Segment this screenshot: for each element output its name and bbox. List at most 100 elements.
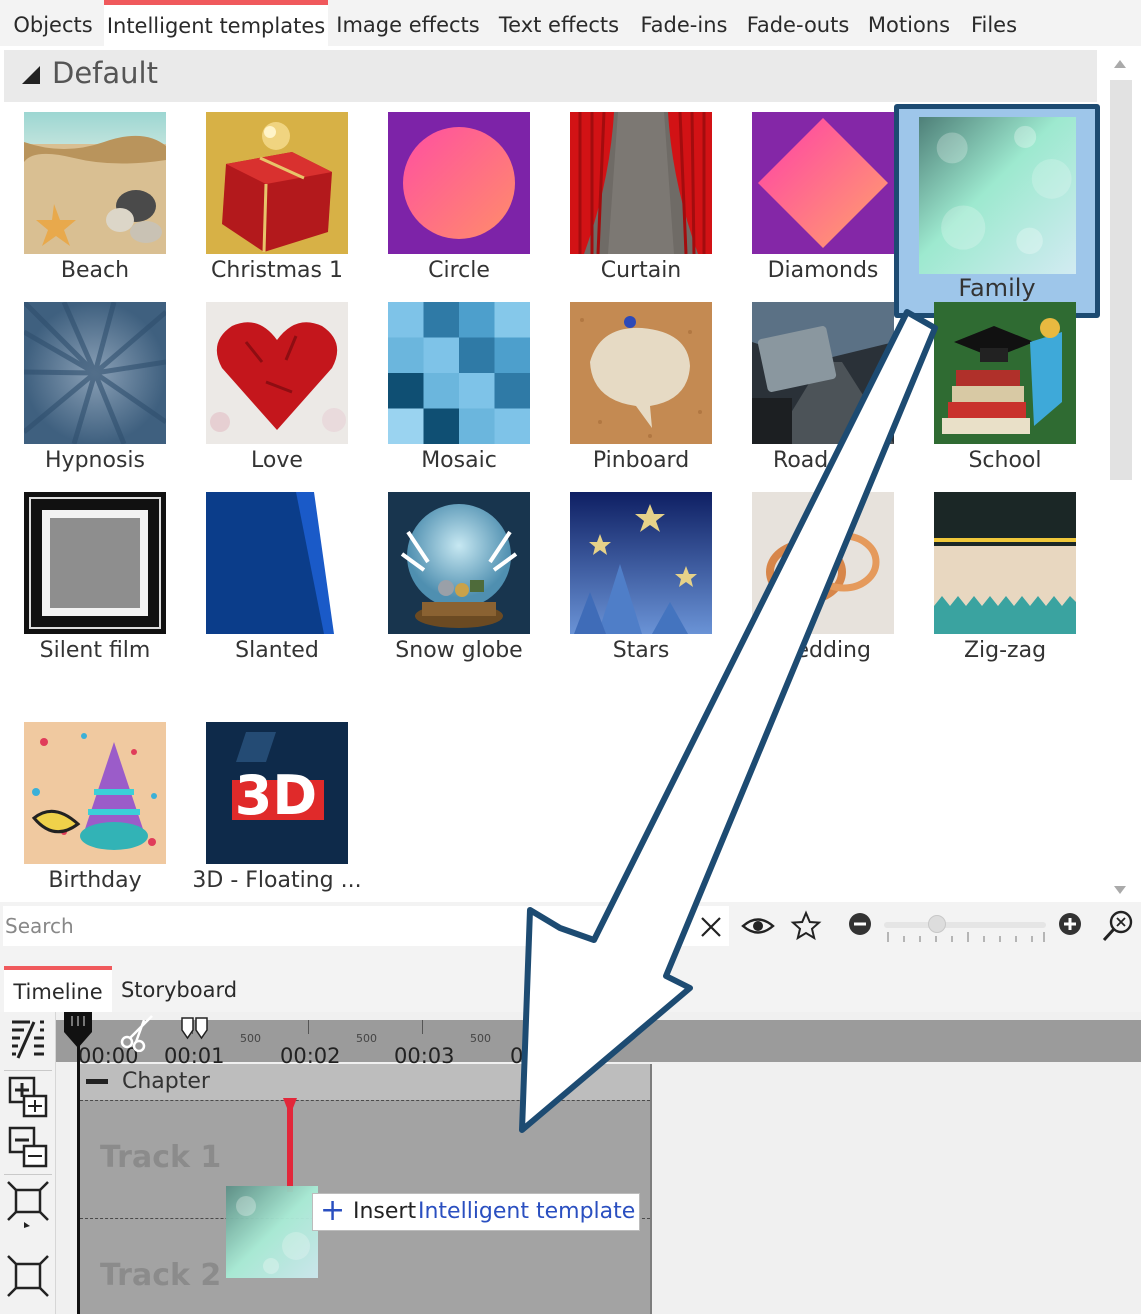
template-tile-hypnosis[interactable]: Hypnosis	[10, 302, 180, 492]
template-thumbnail	[388, 112, 530, 254]
zoom-ticks	[887, 932, 1045, 942]
tab-image-effects[interactable]: Image effects	[332, 0, 484, 46]
template-label: Silent film	[39, 638, 151, 663]
template-thumbnail	[934, 302, 1076, 444]
search-input[interactable]	[3, 906, 729, 946]
chapter-header[interactable]: Chapter	[80, 1064, 650, 1100]
marker-icon[interactable]	[180, 1016, 210, 1042]
template-label: Road trip	[773, 448, 873, 473]
collapse-triangle-icon[interactable]	[22, 66, 40, 84]
template-thumbnail	[570, 302, 712, 444]
tab-storyboard[interactable]: Storyboard	[118, 966, 240, 1012]
add-track-icon[interactable]	[4, 1074, 52, 1122]
fit-selection-icon[interactable]	[4, 1180, 52, 1228]
template-thumbnail	[24, 302, 166, 444]
template-label: Curtain	[600, 258, 682, 283]
template-tile-birthday[interactable]: Birthday	[10, 722, 180, 912]
template-tile-pinboard[interactable]: Pinboard	[556, 302, 726, 492]
template-thumbnail	[570, 112, 712, 254]
template-label: Birthday	[48, 868, 142, 893]
template-tile-3d-floating[interactable]: 3D 3D - Floating ...	[192, 722, 362, 912]
template-tile-christmas-1[interactable]: Christmas 1	[192, 112, 362, 302]
template-tile-beach[interactable]: Beach	[10, 112, 180, 302]
playhead-handle[interactable]	[62, 1012, 94, 1050]
scroll-thumb[interactable]	[1110, 80, 1132, 480]
template-thumbnail	[919, 117, 1076, 274]
zoom-slider-track[interactable]	[884, 922, 1046, 928]
tab-files[interactable]: Files	[962, 0, 1026, 46]
remove-track-icon[interactable]	[4, 1124, 52, 1172]
template-label: Zig-zag	[963, 638, 1047, 663]
tab-fade-outs[interactable]: Fade-outs	[742, 0, 854, 46]
zoom-in-icon[interactable]	[1058, 912, 1082, 936]
template-tile-love[interactable]: Love	[192, 302, 362, 492]
scroll-down-icon[interactable]	[1114, 886, 1126, 894]
template-label: Snow globe	[395, 638, 523, 663]
library-scrollbar[interactable]	[1110, 50, 1132, 902]
template-thumbnail	[206, 492, 348, 634]
template-tile-wedding[interactable]: Wedding	[738, 492, 908, 682]
scissors-icon[interactable]	[118, 1012, 158, 1052]
template-label: Mosaic	[421, 448, 497, 473]
scroll-up-icon[interactable]	[1114, 60, 1126, 68]
template-tile-road-trip[interactable]: Road trip	[738, 302, 908, 492]
template-thumbnail	[388, 492, 530, 634]
template-tile-snow-globe[interactable]: Snow globe	[374, 492, 544, 682]
tab-motions[interactable]: Motions	[862, 0, 956, 46]
library-search-bar	[0, 902, 1141, 950]
template-label: Circle	[428, 258, 490, 283]
template-thumbnail	[24, 112, 166, 254]
ruler-minor-label: 500	[470, 1032, 491, 1045]
timeline-area[interactable]: 500 500 500 00:00 00:01 00:02 00:03 0 Ch…	[56, 1012, 1141, 1314]
tab-fade-ins[interactable]: Fade-ins	[632, 0, 736, 46]
template-tile-stars[interactable]: Stars	[556, 492, 726, 682]
insert-template-tooltip: + Insert Intelligent template	[312, 1193, 640, 1231]
view-tabs: Timeline Storyboard	[0, 950, 1141, 1012]
zoom-slider-knob[interactable]	[928, 915, 946, 933]
template-thumbnail	[752, 302, 894, 444]
template-thumbnail	[752, 112, 894, 254]
template-label: Christmas 1	[211, 258, 343, 283]
collapse-minus-icon[interactable]	[86, 1079, 108, 1084]
template-tile-silent-film[interactable]: Silent film	[10, 492, 180, 682]
tab-intelligent-templates[interactable]: Intelligent templates	[104, 0, 328, 46]
template-tile-school[interactable]: School	[920, 302, 1090, 492]
star-icon[interactable]	[790, 910, 822, 942]
template-label: Pinboard	[592, 448, 690, 473]
ruler-tick	[308, 1020, 309, 1034]
split-clip-icon[interactable]	[4, 1016, 52, 1064]
tab-objects[interactable]: Objects	[4, 0, 102, 46]
template-tile-diamonds[interactable]: Diamonds	[738, 112, 908, 302]
close-icon[interactable]	[698, 914, 724, 940]
track-1-label: Track 1	[100, 1140, 222, 1175]
template-thumbnail	[388, 302, 530, 444]
template-category-tabs: Objects Intelligent templates Image effe…	[0, 0, 1141, 46]
chapter-block[interactable]: Chapter Track 1 Track 2	[80, 1064, 652, 1314]
tab-text-effects[interactable]: Text effects	[492, 0, 626, 46]
template-tile-slanted[interactable]: Slanted	[192, 492, 362, 682]
template-tile-mosaic[interactable]: Mosaic	[374, 302, 544, 492]
ruler-tick	[422, 1020, 423, 1034]
tab-timeline[interactable]: Timeline	[4, 966, 112, 1012]
eye-icon[interactable]	[740, 912, 776, 940]
time-ruler[interactable]: 500 500 500 00:00 00:01 00:02 00:03 0	[56, 1015, 1141, 1068]
template-thumbnail	[752, 492, 894, 634]
group-header-default[interactable]: Default	[4, 50, 1097, 102]
template-tile-circle[interactable]: Circle	[374, 112, 544, 302]
template-tile-zig-zag[interactable]: Zig-zag	[920, 492, 1090, 682]
template-tile-family[interactable]: Family	[894, 104, 1100, 318]
toolbar-separator	[4, 1070, 52, 1071]
template-thumbnail	[24, 492, 166, 634]
template-tile-curtain[interactable]: Curtain	[556, 112, 726, 302]
template-label: Love	[251, 448, 303, 473]
ruler-minor-label: 500	[356, 1032, 377, 1045]
fit-all-icon[interactable]	[4, 1252, 52, 1300]
template-library: Default Beach Christmas 1 Circle Curtain…	[0, 46, 1141, 902]
zoom-fit-icon[interactable]	[1100, 908, 1136, 944]
template-label: Diamonds	[767, 258, 879, 283]
playhead-line	[77, 1022, 80, 1314]
template-thumbnail	[206, 112, 348, 254]
zoom-out-icon[interactable]	[848, 912, 872, 936]
insert-tooltip-target: Intelligent template	[418, 1199, 636, 1224]
toolbar-separator	[4, 1174, 52, 1175]
